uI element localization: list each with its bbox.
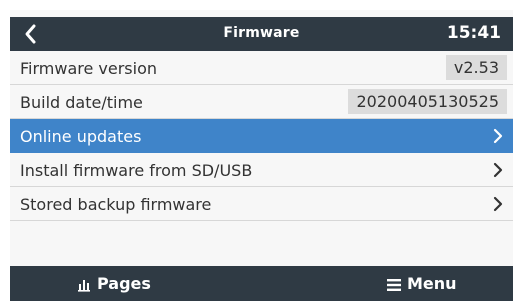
- bar-chart-icon: [78, 279, 90, 292]
- install-firmware-label: Install firmware from SD/USB: [20, 161, 253, 180]
- pages-label: Pages: [97, 274, 151, 293]
- bottom-bar: Pages Menu: [10, 266, 513, 301]
- stored-backup-firmware-label: Stored backup firmware: [20, 195, 212, 214]
- row-install-firmware-sd-usb[interactable]: Install firmware from SD/USB: [10, 153, 513, 187]
- row-build-date-time: Build date/time 20200405130525: [10, 85, 513, 119]
- title-bar: Firmware 15:41: [10, 17, 513, 51]
- pages-button[interactable]: Pages: [77, 266, 151, 301]
- firmware-version-label: Firmware version: [20, 59, 158, 78]
- page-title: Firmware: [223, 25, 300, 41]
- device-screen: Firmware 15:41 Firmware version v2.53 Bu…: [10, 10, 513, 301]
- build-date-time-label: Build date/time: [20, 93, 143, 112]
- build-date-time-value: 20200405130525: [348, 89, 507, 114]
- row-firmware-version: Firmware version v2.53: [10, 51, 513, 85]
- chevron-right-icon: [493, 196, 503, 212]
- row-online-updates[interactable]: Online updates: [10, 119, 513, 153]
- menu-button[interactable]: Menu: [387, 266, 457, 301]
- online-updates-label: Online updates: [20, 127, 142, 146]
- clock: 15:41: [446, 23, 501, 43]
- menu-label: Menu: [407, 274, 457, 293]
- chevron-right-icon: [493, 128, 503, 144]
- chevron-right-icon: [493, 162, 503, 178]
- hamburger-menu-icon: [387, 278, 401, 291]
- row-stored-backup-firmware[interactable]: Stored backup firmware: [10, 187, 513, 221]
- firmware-version-value: v2.53: [445, 55, 507, 80]
